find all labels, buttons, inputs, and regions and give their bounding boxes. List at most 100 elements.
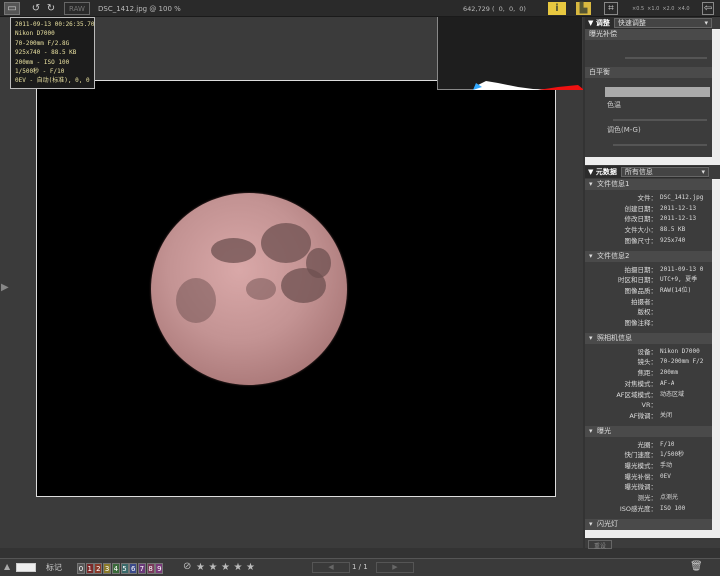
label-1-button[interactable]: 1 — [85, 563, 94, 574]
label-5-button[interactable]: 5 — [120, 563, 129, 574]
metadata-key: 文件大小： — [624, 226, 658, 235]
color-temp-label: 色温 — [607, 101, 621, 109]
metadata-key: AF微调： — [629, 411, 657, 420]
label-0-button[interactable]: 0 — [77, 563, 85, 574]
zoom-4.0[interactable]: ×4.0 — [677, 6, 689, 12]
collapse-icon[interactable]: ▼ — [588, 19, 596, 27]
label-title: 标记 — [46, 563, 62, 572]
reset-button[interactable]: 重设 — [588, 540, 612, 550]
prev-image-button[interactable]: ◀ — [312, 562, 350, 573]
label-9-button[interactable]: 9 — [155, 563, 164, 574]
rating-star-icon[interactable]: ★ — [196, 562, 205, 573]
metadata-value: 1/500秒 — [660, 451, 685, 459]
zoom-0.5[interactable]: ×0.5 — [632, 6, 644, 12]
metadata-row: 对焦模式： AF-A — [585, 379, 712, 389]
metadata-row: 拍摄者： — [585, 297, 712, 307]
adjust-scrollbar[interactable] — [712, 29, 720, 157]
trash-icon[interactable]: 🗑 — [690, 561, 703, 572]
label-2-button[interactable]: 2 — [94, 563, 103, 574]
metadata-value — [657, 297, 660, 307]
metadata-row: 设备： Nikon D7000 — [585, 347, 712, 357]
label-8-button[interactable]: 8 — [146, 563, 155, 574]
metadata-row: 焦距： 200mm — [585, 368, 712, 378]
metadata-group[interactable]: ▾ 闪光灯 — [585, 518, 712, 530]
label-7-button[interactable]: 7 — [137, 563, 146, 574]
zoom-1.0[interactable]: ×1.0 — [647, 6, 659, 12]
view-mode-icon[interactable]: ▭ — [4, 2, 20, 15]
metadata-key: 曝光补偿： — [624, 472, 658, 481]
white-balance-select[interactable] — [605, 87, 710, 97]
metadata-filter-value: 所有信息 — [624, 168, 653, 176]
label-6-button[interactable]: 6 — [129, 563, 138, 574]
metadata-row: AF微调： 关闭 — [585, 411, 712, 421]
histogram — [437, 17, 583, 90]
info-icon[interactable]: i — [548, 2, 566, 15]
metadata-group-name: 曝光 — [596, 426, 611, 435]
adjust-title: 调整 — [595, 19, 610, 27]
metadata-value — [657, 400, 660, 410]
exposure-comp-section[interactable]: 曝光补偿 — [585, 29, 712, 40]
info-camera: Nikon D7000 — [15, 30, 55, 38]
color-temp-slider[interactable] — [613, 119, 707, 121]
white-balance-section[interactable]: 白平衡 — [585, 67, 712, 78]
metadata-value: 关闭 — [660, 411, 673, 419]
metadata-header[interactable]: ▼ 元数据 所有信息 ▾ — [585, 166, 709, 178]
rotate-right-icon[interactable]: ↻ — [45, 2, 57, 15]
metadata-row: 文件大小： 88.5 KB — [585, 225, 712, 235]
rotate-left-icon[interactable]: ↺ — [30, 2, 42, 15]
label-3-button[interactable]: 3 — [103, 563, 112, 574]
raw-button[interactable]: RAW — [64, 2, 90, 15]
metadata-group[interactable]: ▾ 照相机信息 — [585, 332, 712, 344]
info-exposure: 0EV - 自动(标准), 0, 0 — [15, 77, 90, 85]
file-title: DSC_1412.jpg @ 100 % — [98, 4, 181, 13]
exposure-comp-slider[interactable] — [625, 57, 707, 59]
metadata-value: Nikon D7000 — [660, 347, 700, 355]
collapse-icon[interactable]: ▼ — [588, 168, 596, 176]
prev-panel-arrow-icon[interactable]: ▶ — [1, 282, 9, 293]
filmstrip-icon[interactable] — [16, 563, 36, 572]
tint-slider[interactable] — [613, 144, 707, 146]
metadata-key: VR： — [641, 401, 657, 410]
rating-star-icon[interactable]: ★ — [209, 562, 218, 573]
fit-icon[interactable]: ⌗ — [604, 2, 618, 15]
metadata-group[interactable]: ▾ 曝光 — [585, 425, 712, 437]
rating-star-icon[interactable]: ★ — [221, 562, 230, 573]
zoom-levels[interactable]: ×0.5 ×1.0 ×2.0 ×4.0 — [632, 2, 690, 15]
label-4-button[interactable]: 4 — [111, 563, 120, 574]
metadata-filter-select[interactable]: 所有信息 ▾ — [620, 167, 709, 177]
pixel-readout: 642,729 ( 0, 0, 0) — [463, 4, 526, 13]
metadata-group[interactable]: ▾ 文件信息2 — [585, 250, 712, 262]
info-datetime: 2011-09-13 00:26:35.70 — [15, 21, 95, 28]
info-focal-iso: 200mm - ISO 100 — [15, 58, 70, 66]
metadata-group[interactable]: ▾ 文件信息1 — [585, 179, 712, 190]
histogram-icon[interactable]: ▙ — [576, 2, 591, 15]
metadata-scrollbar[interactable] — [712, 179, 720, 530]
metadata-row: 图像品质： RAW(14位) — [585, 286, 712, 296]
adjust-preset-select[interactable]: 快速调整 ▾ — [613, 18, 712, 28]
metadata-value: 70-200mm F/2 — [660, 358, 704, 366]
adjust-header[interactable]: ▼ 调整 快速调整 ▾ — [585, 17, 712, 29]
metadata-value: 2011-09-13 0 — [660, 265, 704, 273]
metadata-group-name: 文件信息2 — [596, 251, 630, 260]
rating-star-icon[interactable]: ★ — [246, 562, 255, 573]
metadata-value: F/10 — [660, 440, 675, 448]
rating-star-icon[interactable]: ★ — [234, 562, 243, 573]
metadata-key: 拍摄日期： — [624, 265, 658, 274]
no-rating-icon[interactable]: ⊘ — [183, 561, 191, 572]
right-panel: ▼ 调整 快速调整 ▾ 曝光补偿 白平衡 色温 调色(M-G) ▼ 元数据 所有信息 ▾… — [585, 17, 720, 550]
metadata-group-name: 闪光灯 — [596, 519, 618, 528]
metadata-key: 曝光模式： — [624, 462, 658, 470]
metadata-value: 2011-12-13 — [660, 215, 697, 223]
zoom-2.0[interactable]: ×2.0 — [662, 6, 674, 12]
next-image-button[interactable]: ▶ — [376, 562, 414, 573]
expand-filmstrip-icon[interactable]: ▲ — [4, 562, 10, 571]
info-shutter-aperture: 1/500秒 - F/10 — [15, 68, 65, 76]
adjust-hscrollbar[interactable] — [585, 157, 720, 165]
metadata-key: 时区和日期： — [618, 276, 657, 285]
metadata-row: AF区域模式： 动态区域 — [585, 390, 712, 400]
metadata-key: 图像尺寸： — [624, 236, 658, 245]
info-overlay: 2011-09-13 00:26:35.70 Nikon D7000 70-20… — [10, 17, 95, 89]
metadata-hscrollbar[interactable] — [585, 530, 720, 538]
histogram-graph — [473, 81, 583, 90]
exit-icon[interactable]: ⇦ — [702, 2, 714, 15]
